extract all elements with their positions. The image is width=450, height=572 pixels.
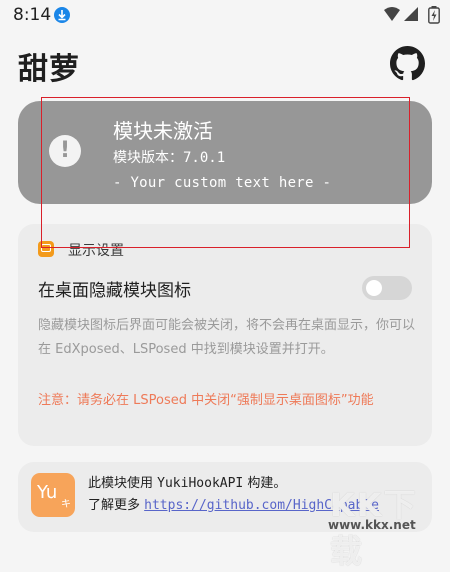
hide-icon-label: 在桌面隐藏模块图标 xyxy=(38,281,191,301)
yukihookapi-logo: Yu キ xyxy=(31,473,75,517)
hide-icon-description: 隐藏模块图标后界面可能会被关闭，将不会再在桌面显示，你可以在 EdXposed、… xyxy=(38,318,416,357)
logo-text: Yu xyxy=(37,482,58,503)
display-settings-card: 显示设置 在桌面隐藏模块图标 隐藏模块图标后界面可能会被关闭，将不会再在桌面显示… xyxy=(18,224,432,446)
watermark: KK下载 www.kkx.net xyxy=(318,478,448,570)
download-notification-icon xyxy=(54,7,70,23)
app-title: 甜萝 xyxy=(18,52,80,87)
built-with-suffix: 构建。 xyxy=(247,476,287,491)
learn-more-label: 了解更多 xyxy=(88,498,141,513)
warning-text: 注意：请务必在 LSPosed 中关闭“强制显示桌面图标”功能 xyxy=(38,393,374,408)
logo-text-sub: キ xyxy=(61,499,71,510)
wifi-signal-icon xyxy=(384,7,422,27)
status-bar: 8:14 xyxy=(0,0,450,30)
hide-icon-toggle[interactable] xyxy=(362,276,412,300)
built-with-prefix: 此模块使用 xyxy=(88,476,154,491)
annotation-highlight-box xyxy=(41,97,410,248)
battery-icon xyxy=(428,6,440,28)
github-icon[interactable] xyxy=(390,46,425,81)
clock: 8:14 xyxy=(13,5,52,25)
toggle-knob xyxy=(366,280,382,296)
about-built-with: 此模块使用 YukiHookAPI 构建。 xyxy=(88,472,286,491)
api-name: YukiHookAPI xyxy=(157,476,244,491)
watermark-url: www.kkx.net xyxy=(328,518,416,532)
